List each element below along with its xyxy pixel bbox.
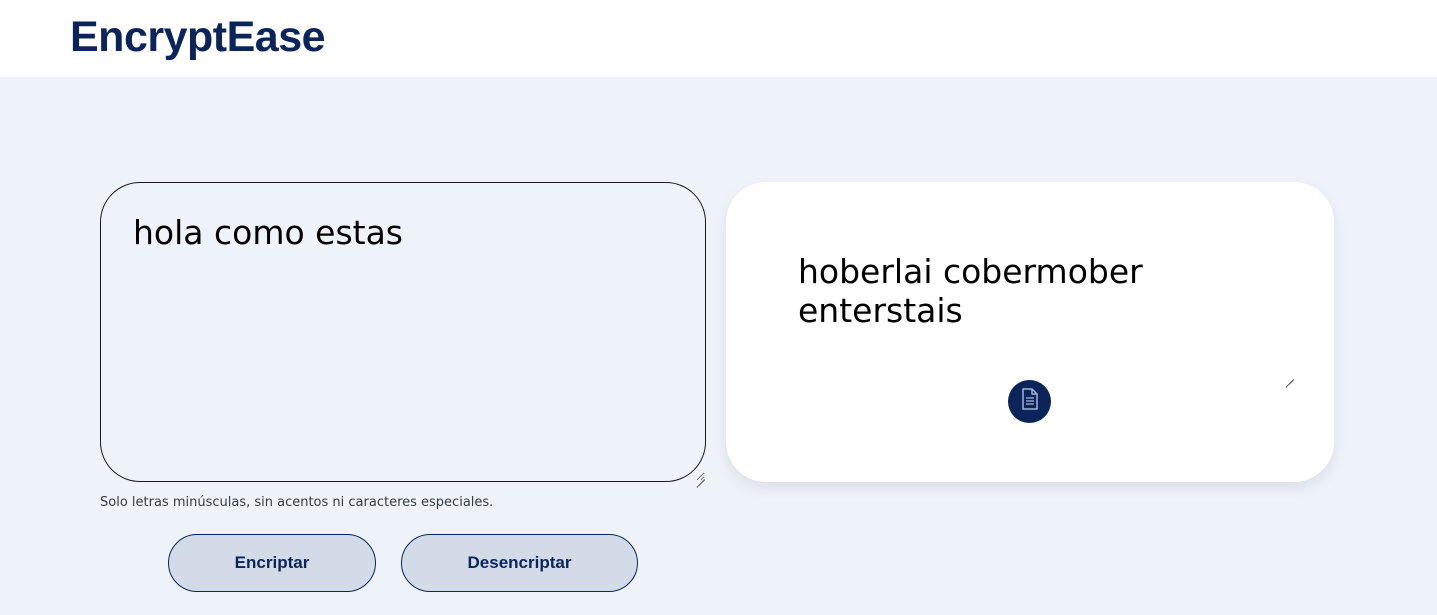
input-resize-handle[interactable] — [696, 471, 705, 480]
decrypt-button[interactable]: Desencriptar — [401, 534, 638, 592]
output-card: hoberlai cobermober enterstais — [726, 182, 1334, 482]
output-text[interactable]: hoberlai cobermober enterstais — [798, 252, 1218, 330]
input-hint: Solo letras minúsculas, sin acentos ni c… — [100, 495, 494, 510]
brand-logo[interactable]: EncryptEase — [70, 12, 326, 62]
encrypt-button[interactable]: Encriptar — [168, 534, 376, 592]
message-input[interactable] — [100, 182, 706, 482]
header: EncryptEase — [0, 0, 1437, 77]
output-resize-handle[interactable] — [1285, 371, 1294, 380]
copy-button[interactable] — [1008, 380, 1051, 423]
document-copy-icon — [1019, 387, 1041, 416]
